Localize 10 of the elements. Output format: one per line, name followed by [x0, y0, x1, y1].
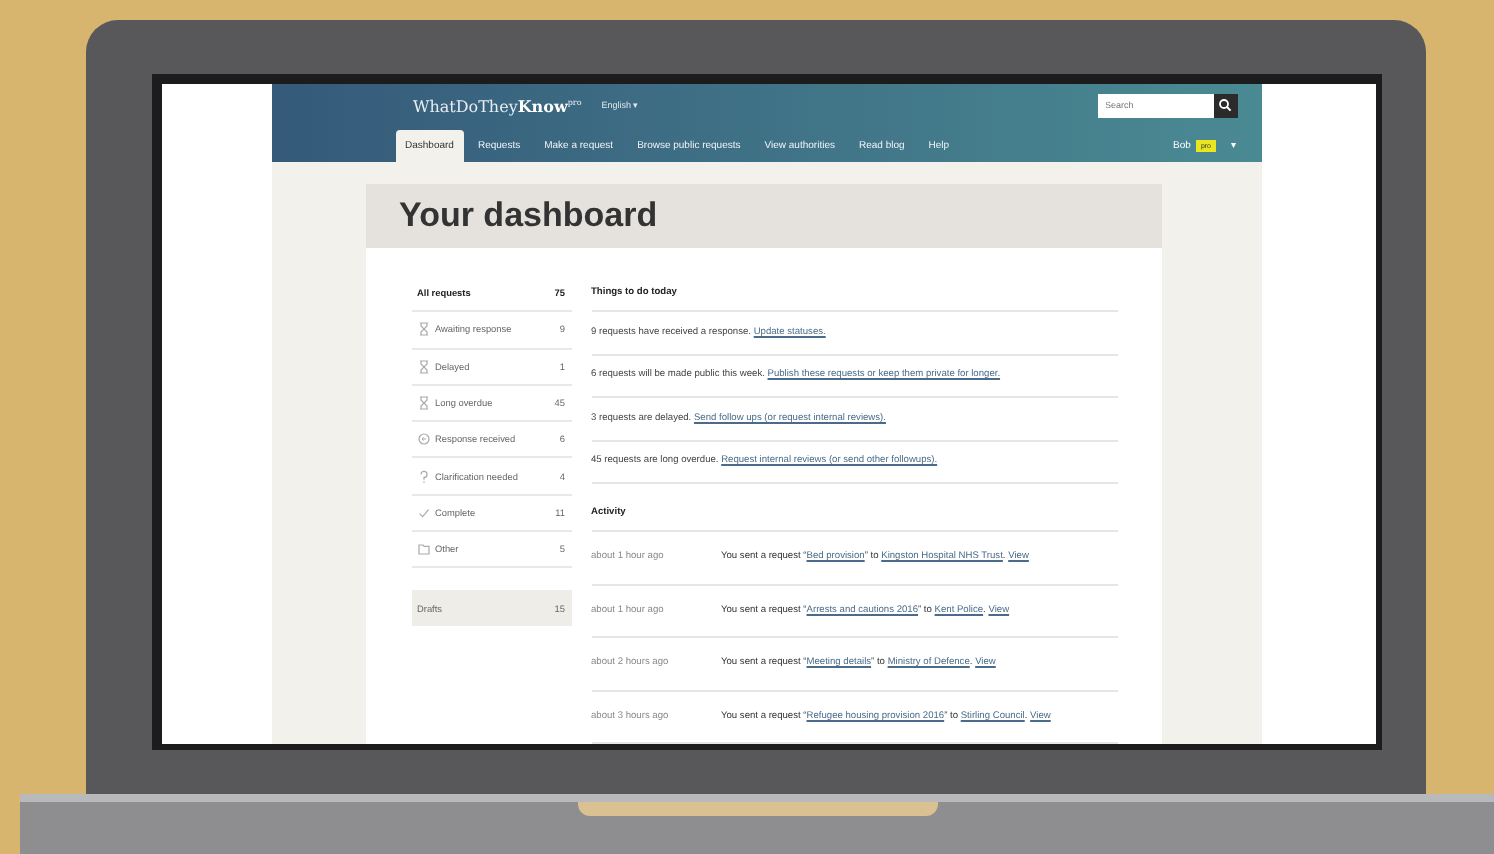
page-title: Your dashboard: [399, 196, 658, 237]
search-icon: [1218, 98, 1232, 112]
hourglass-icon: [417, 322, 429, 337]
folder-icon: [417, 542, 429, 557]
check-icon: [417, 505, 429, 520]
circle-arrow-icon: [417, 432, 429, 447]
hourglass-icon: [417, 359, 429, 374]
hourglass-icon: [417, 396, 429, 411]
search-button[interactable]: [1213, 93, 1237, 117]
question-icon: [417, 469, 429, 484]
